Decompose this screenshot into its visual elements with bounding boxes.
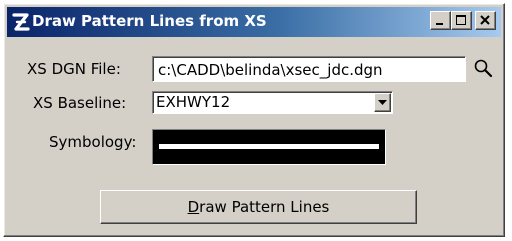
chevron-down-icon [378,100,387,105]
app-icon [12,13,30,31]
search-icon [474,59,493,78]
close-icon [480,15,490,25]
close-button[interactable] [475,11,496,30]
symbology-preview-button[interactable] [152,129,386,165]
maximize-button[interactable] [451,11,472,30]
xs-dgn-file-label: XS DGN File: [27,60,121,78]
browse-file-button[interactable] [472,57,496,81]
draw-button-label: raw Pattern Lines [199,197,330,216]
xs-dgn-file-input[interactable] [152,56,466,82]
xs-baseline-select[interactable]: EXHWY12 [152,91,393,114]
dialog-window: Draw Pattern Lines from XS XS DGN File: … [3,3,505,237]
symbology-line-sample [159,144,379,149]
title-bar[interactable]: Draw Pattern Lines from XS [7,7,501,37]
window-title: Draw Pattern Lines from XS [32,12,267,30]
minimize-button[interactable] [430,11,451,30]
draw-button-mnemonic: D [187,197,200,216]
xs-baseline-label: XS Baseline: [33,94,127,112]
minimize-icon [436,23,443,25]
xs-baseline-value: EXHWY12 [156,93,231,111]
dropdown-arrow-button[interactable] [374,93,391,112]
symbology-label: Symbology: [49,133,137,151]
draw-pattern-lines-button[interactable]: Draw Pattern Lines [100,190,417,224]
maximize-icon [456,15,466,25]
